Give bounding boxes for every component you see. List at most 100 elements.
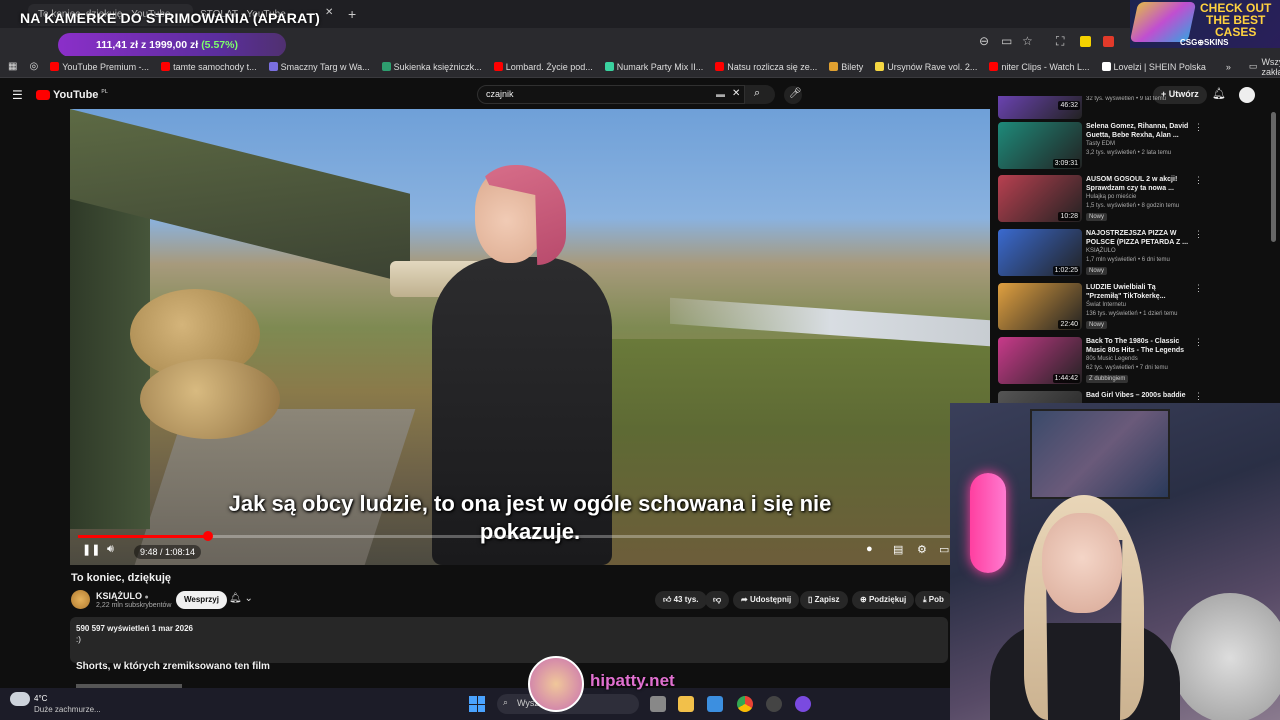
bookmark-label: Ursynów Rave vol. 2... — [887, 61, 978, 72]
zoom-icon[interactable]: ⊖ — [979, 34, 989, 48]
app-purple-icon[interactable] — [795, 696, 811, 712]
bookmark-item[interactable]: Numark Party Mix II... — [604, 61, 704, 72]
avatar[interactable] — [1239, 87, 1255, 103]
recommended-meta: 32 tys. wyświetleń • 9 lat temu — [1086, 96, 1167, 102]
bookmarks-more-icon[interactable]: » — [1226, 62, 1231, 72]
support-button[interactable]: Wesprzyj — [176, 591, 227, 609]
subscription-bell-icon[interactable]: 🔔︎ ⌄ — [229, 593, 253, 604]
bookmark-item[interactable]: Lombard. Życie pod... — [493, 62, 593, 72]
recommended-video[interactable]: 46:32 32 tys. wyświetleń • 9 lat temu — [998, 96, 1208, 120]
bookmark-favicon-icon — [1101, 62, 1111, 71]
bookmark-favicon-icon — [161, 62, 171, 71]
clear-search-icon[interactable]: ✕ — [732, 88, 740, 99]
bookmark-favicon-icon — [381, 62, 391, 71]
volume-icon[interactable]: 🔊︎ — [107, 543, 114, 556]
captions-icon[interactable]: ▤ — [893, 543, 903, 556]
save-button[interactable]: ▯ Zapisz — [800, 591, 848, 609]
streamer-webcam — [950, 403, 1280, 720]
bookmark-item[interactable]: Bilety — [829, 62, 863, 72]
video-description[interactable]: 590 597 wyświetleń 1 mar 2026 :) — [70, 617, 948, 663]
miniplayer-icon[interactable]: ▭ — [939, 543, 949, 556]
voice-search-button[interactable]: 🎤︎ — [784, 86, 802, 104]
extension-yellow-icon[interactable] — [1080, 36, 1091, 47]
recommended-video[interactable]: 1:44:42 Back To The 1980s - Classic Music… — [998, 337, 1208, 387]
recommended-title: Bad Girl Vibes – 2000s baddie — [1086, 392, 1186, 399]
pause-icon[interactable]: ❚❚ — [82, 543, 100, 556]
video-title: To koniec, dziękuję — [71, 572, 172, 584]
bookmark-item[interactable]: Ursynów Rave vol. 2... — [875, 62, 977, 72]
bookmark-item[interactable]: niter Clips - Watch L... — [989, 62, 1090, 72]
more-options-icon[interactable]: ⋮ — [1194, 337, 1203, 348]
bookmark-favicon-icon — [268, 62, 278, 71]
recommended-meta: 1,7 mln wyświetleń • 6 dni temu — [1086, 257, 1170, 263]
all-bookmarks[interactable]: Wszystkie zakładki — [1261, 57, 1280, 77]
video-progress-bar[interactable] — [78, 531, 978, 541]
channel-avatar[interactable] — [71, 590, 90, 609]
more-options-icon[interactable]: ⋮ — [1194, 229, 1203, 240]
ad-text: CHECK OUT THE BEST CASES — [1200, 1, 1272, 39]
price-amount: 111,41 zł — [96, 39, 139, 51]
bookmark-extra-icon[interactable]: ◎ — [29, 61, 38, 72]
youtube-logo[interactable]: YouTube PL — [36, 89, 108, 101]
bookmark-item[interactable]: Natsu rozlicza się ze... — [715, 62, 817, 72]
recommended-video[interactable]: 3:09:31 Selena Gomez, Rihanna, David Guet… — [998, 122, 1208, 172]
share-button[interactable]: ➦ Udostępnij — [733, 591, 800, 609]
price-percent: (5.57%) — [201, 39, 238, 51]
search-input[interactable]: czajnik ▬ ✕ — [477, 85, 745, 104]
recommended-meta: 136 tys. wyświetleń • 1 dzień temu — [1086, 311, 1178, 317]
extension-icon[interactable]: ⛶ — [1056, 34, 1064, 49]
cast-icon[interactable]: ▭ — [1001, 34, 1012, 48]
bookmark-label: Lovelzi | SHEIN Polska — [1113, 61, 1206, 72]
taskbar-search-icon: ⌕ — [503, 697, 509, 707]
recommended-video[interactable]: 10:28 AUSOM GOSOUL 2 w akcji! Sprawdzam c… — [998, 175, 1208, 225]
bookmark-item[interactable]: YouTube Premium -... — [50, 62, 149, 72]
verified-icon: ● — [144, 594, 149, 601]
bookmark-favicon-icon — [493, 62, 503, 71]
more-options-icon[interactable]: ⋮ — [1194, 391, 1203, 402]
tab-close-icon[interactable]: ✕ — [325, 7, 333, 18]
recommended-meta: 62 tys. wyświetleń • 7 dni temu — [1086, 365, 1168, 371]
bookmark-star-icon[interactable]: ☆ — [1022, 34, 1033, 48]
like-button[interactable]: 👍︎ 43 tys. — [655, 591, 707, 609]
bookmark-item[interactable]: Sukienka księżniczk... — [381, 62, 482, 72]
folder-icon: ▭ — [1248, 61, 1258, 71]
windows-start-icon[interactable] — [469, 696, 485, 712]
recommended-video[interactable]: 22:40 LUDZIE Uwielbiali Tą "Przemiłą" Tik… — [998, 283, 1208, 333]
bookmark-item[interactable]: Lovelzi | SHEIN Polska — [1101, 61, 1206, 72]
task-view-icon[interactable] — [650, 696, 666, 712]
dislike-button[interactable]: 👎︎ — [705, 591, 730, 609]
sidebar-scrollbar[interactable] — [1271, 112, 1276, 242]
app-icon[interactable] — [766, 696, 782, 712]
more-options-icon[interactable]: ⋮ — [1194, 122, 1203, 133]
extension-red-icon[interactable] — [1103, 36, 1114, 47]
thanks-button[interactable]: ⊕ Podziękuj — [852, 591, 915, 609]
autoplay-icon[interactable]: ● — [866, 543, 873, 555]
apps-grid-icon[interactable]: ▦ — [8, 61, 17, 72]
video-duration: 22:40 — [1058, 320, 1080, 329]
download-button[interactable]: ⤓ Pob — [915, 591, 952, 609]
keyboard-icon[interactable]: ▬ — [716, 89, 725, 99]
bookmarks-list: YouTube Premium -... tamte samochody t...… — [50, 62, 1218, 72]
bookmark-label: Numark Party Mix II... — [616, 61, 704, 72]
price-tracker-pill[interactable]: 111,41 zł z 1999,00 zł (5.57%) — [58, 33, 286, 57]
store-icon[interactable] — [707, 696, 723, 712]
recommended-badge: Nowy — [1086, 267, 1108, 275]
recommended-title: LUDZIE Uwielbiali Tą "Przemiłą" TikToker… — [1086, 284, 1166, 300]
more-options-icon[interactable]: ⋮ — [1194, 283, 1203, 294]
bookmark-item[interactable]: Smaczny Targ w Wa... — [268, 62, 370, 72]
weather-description: Duże zachmurze... — [34, 705, 101, 714]
file-explorer-icon[interactable] — [678, 696, 694, 712]
channel-name[interactable]: KSIĄŻULO ● — [96, 591, 149, 601]
new-tab-icon[interactable]: + — [348, 6, 356, 22]
bookmark-item[interactable]: tamte samochody t... — [161, 62, 257, 72]
search-button[interactable]: ⌕ — [745, 85, 775, 104]
settings-icon[interactable]: ⚙ — [917, 543, 927, 556]
csgskins-ad[interactable]: CHECK OUT THE BEST CASES CSG⊕SKINS — [1129, 0, 1280, 48]
recommended-video[interactable]: 1:02:25 NAJOSTRZEJSZA PIZZA W POLSCE (PIZ… — [998, 229, 1208, 279]
video-progress-handle[interactable] — [202, 531, 213, 541]
menu-icon[interactable]: ☰ — [12, 88, 23, 102]
chrome-icon[interactable] — [737, 696, 753, 712]
more-options-icon[interactable]: ⋮ — [1194, 175, 1203, 186]
weather-cloud-icon[interactable] — [10, 692, 30, 706]
notifications-icon[interactable]: 🔔︎ — [1212, 87, 1226, 100]
